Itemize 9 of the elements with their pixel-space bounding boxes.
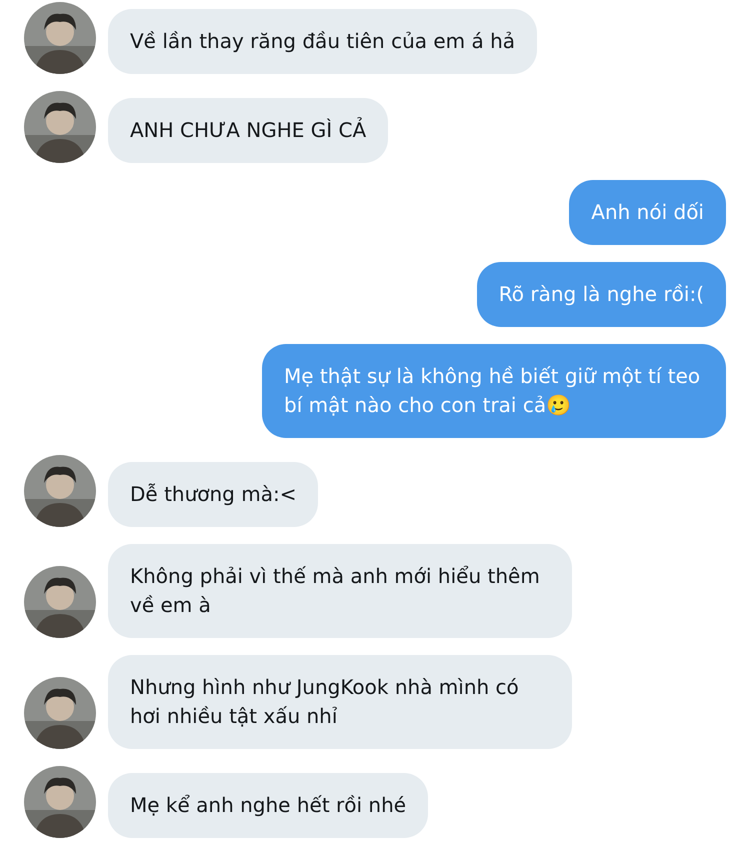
message-bubble: Mẹ kể anh nghe hết rồi nhé xyxy=(108,773,428,838)
message-bubble: Mẹ thật sự là không hề biết giữ một tí teo bí mật nào cho con trai cả🥲 xyxy=(262,344,726,438)
message-bubble: Anh nói dối xyxy=(569,180,726,245)
message-bubble: Về lần thay răng đầu tiên của em á hả xyxy=(108,9,538,74)
message-bubble: Dễ thương mà:< xyxy=(108,462,318,527)
message-bubble: Nhưng hình như JungKook nhà mình có hơi nhiều tật xấu nhỉ xyxy=(108,655,572,749)
message-bubble: ANH CHƯA NGHE GÌ CẢ xyxy=(108,98,388,163)
message-bubble: Rõ ràng là nghe rồi:( xyxy=(476,262,726,327)
message-bubble: Không phải vì thế mà anh mới hiểu thêm về em à xyxy=(108,544,572,638)
